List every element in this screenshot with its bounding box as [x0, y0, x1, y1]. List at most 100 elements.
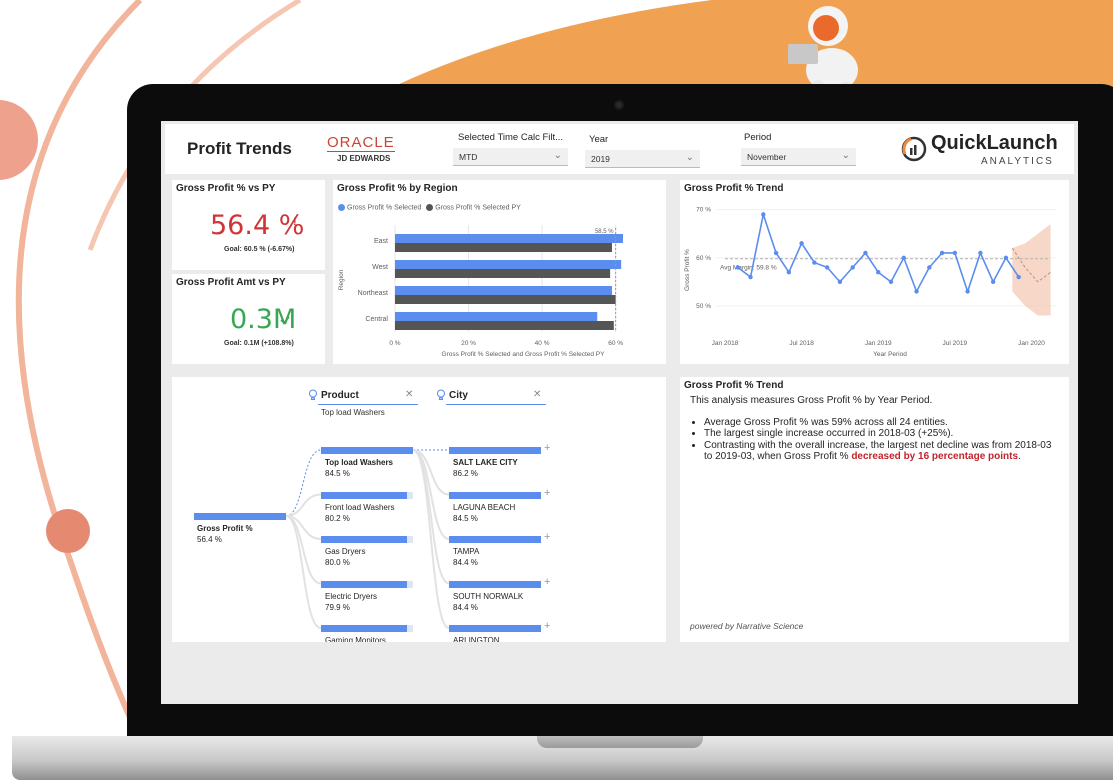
product-node-fill [321, 580, 407, 588]
y-tick-label: Central [365, 316, 388, 323]
x-tick-label: Jan 2019 [865, 340, 892, 347]
webcam-icon [614, 100, 624, 110]
expand-plus-icon[interactable]: + [544, 620, 550, 632]
city-node-name: TAMPA [453, 547, 480, 556]
kpi-value: 56.4 % [210, 210, 305, 241]
data-point [1016, 274, 1021, 280]
kpi-gross-profit-amt[interactable]: Gross Profit Amt vs PY 0.3M Goal: 0.1M (… [172, 274, 325, 364]
region-bar-chart: 0 % 20 % 40 % 60 %Gross Profit % Selected a… [338, 225, 623, 358]
chevron-down-icon: ⌄ [553, 150, 562, 161]
data-point [978, 250, 983, 256]
tree-connector [412, 449, 450, 629]
x-axis-title: Year Period [873, 351, 907, 358]
product-node-value: 79.9 % [325, 602, 350, 612]
city-node-bar[interactable] [449, 580, 541, 588]
x-tick-label: Jul 2019 [943, 340, 968, 347]
tree-connectors [285, 449, 450, 629]
city-node-bar[interactable] [449, 536, 541, 543]
kpi-goal: Goal: 60.5 % (-6.67%) [224, 246, 295, 253]
city-node-label: SALT LAKE CITY 86.2 % [453, 457, 518, 479]
data-point [799, 241, 804, 246]
data-point [837, 279, 843, 285]
narrative-bullet: Contrasting with the overall increase, t… [704, 440, 1060, 463]
y-axis-title: Gross Profit % [684, 249, 691, 291]
product-node-label: Front load Washers 80.2 % [325, 502, 395, 524]
expand-plus-icon[interactable]: + [544, 576, 550, 588]
product-node-value: 80.2 % [325, 513, 350, 523]
bar-selected [395, 312, 598, 321]
trend-line-chart: 70 % 60 % 50 % Jan 2018 Jul 2018 Jan 2019 Jul … [684, 207, 1057, 358]
city-node-fill [449, 580, 541, 588]
year-label: Year [589, 134, 609, 145]
product-node-bar[interactable] [321, 447, 413, 454]
city-node-name: LAGUNA BEACH [453, 502, 516, 512]
bar-py [395, 269, 611, 278]
city-node-bar[interactable] [449, 491, 541, 499]
data-point [748, 274, 753, 280]
product-node-bar[interactable] [321, 625, 413, 632]
period-dropdown[interactable]: November ⌄ [741, 148, 856, 166]
period-value: November [747, 152, 787, 162]
product-node-name: Gas Dryers [325, 547, 366, 556]
kpi-gross-profit-pct[interactable]: Gross Profit % vs PY 56.4 % ! Goal: 60.5… [172, 180, 325, 270]
year-dropdown[interactable]: 2019 ⌄ [585, 150, 700, 168]
root-node-name: Gross Profit % [197, 524, 253, 533]
expand-plus-icon[interactable]: + [544, 487, 550, 499]
city-node-bar[interactable] [449, 447, 541, 454]
region-bar-chart-panel[interactable]: Gross Profit % by Region Gross Profit % … [333, 180, 666, 364]
trend-line-chart-panel[interactable]: Gross Profit % Trend 70 % 60 % 50 % Jan 201… [680, 180, 1069, 364]
time-calc-value: MTD [459, 152, 478, 162]
root-node-value: 56.4 % [197, 535, 222, 544]
tree-connector [412, 449, 450, 540]
header-bar: Profit Trends ORACLE JD EDWARDS Selected… [165, 124, 1074, 174]
bar-py [395, 321, 614, 330]
warning-icon: ! [293, 216, 297, 228]
product-node-name: Electric Dryers [325, 591, 378, 601]
period-label: Period [744, 132, 772, 143]
city-node-label: SOUTH NORWALK 84.4 % [453, 591, 523, 613]
product-node-bar[interactable] [321, 536, 413, 543]
powered-by-label: powered by Narrative Science [690, 621, 804, 631]
x-tick-label: 40 % [535, 340, 550, 347]
data-point [773, 250, 779, 256]
time-calc-dropdown[interactable]: MTD ⌄ [453, 148, 568, 166]
product-node-bar[interactable] [321, 580, 413, 588]
narrative-panel: Gross Profit % Trend This analysis measu… [680, 377, 1069, 642]
product-node-name: Front load Washers [325, 502, 395, 512]
kpi-goal: Goal: 0.1M (+108.8%) [224, 340, 294, 347]
y-tick-label: 70 % [696, 207, 711, 214]
expand-plus-icon[interactable]: + [544, 531, 550, 543]
x-tick-label: Jul 2018 [789, 340, 814, 347]
expand-plus-icon[interactable]: + [544, 442, 550, 454]
city-node-name: ARLINGTON [453, 636, 500, 642]
city-node-value: 86.2 % [453, 469, 478, 478]
product-node-fill [321, 447, 413, 454]
laptop-notch [537, 736, 703, 748]
kpi-title: Gross Profit % vs PY [176, 183, 276, 194]
product-node-label: Gaming Monitors [325, 635, 386, 642]
series-line [737, 211, 1020, 295]
product-node-bar[interactable] [321, 491, 413, 499]
data-point [812, 260, 817, 265]
city-node-value: 84.4 % [453, 558, 478, 567]
narrative-bullets: Average Gross Profit % was 59% across al… [690, 417, 1060, 463]
city-node-value: 84.4 % [453, 602, 478, 612]
data-point [824, 265, 830, 270]
narrative-bullet: Average Gross Profit % was 59% across al… [704, 417, 1060, 429]
root-node-bar[interactable] [194, 513, 286, 520]
data-point [1003, 255, 1009, 260]
bar-py [395, 243, 612, 252]
jde-logo: JD EDWARDS [337, 154, 391, 163]
chevron-down-icon: ⌄ [685, 152, 694, 163]
city-node-bar[interactable] [449, 625, 541, 632]
data-point [952, 250, 958, 256]
forecast-band [1012, 224, 1051, 316]
city-node-fill [449, 491, 541, 499]
data-point [965, 289, 970, 294]
city-node-label: TAMPA 84.4 % [453, 546, 479, 568]
product-node-label: Gas Dryers 80.0 % [325, 546, 365, 568]
x-tick-label: 0 % [389, 340, 400, 347]
data-point [888, 279, 894, 285]
narrative-bullet: The largest single increase occurred in … [704, 428, 1060, 440]
narrative-highlight: decreased by 16 percentage points [851, 451, 1019, 462]
